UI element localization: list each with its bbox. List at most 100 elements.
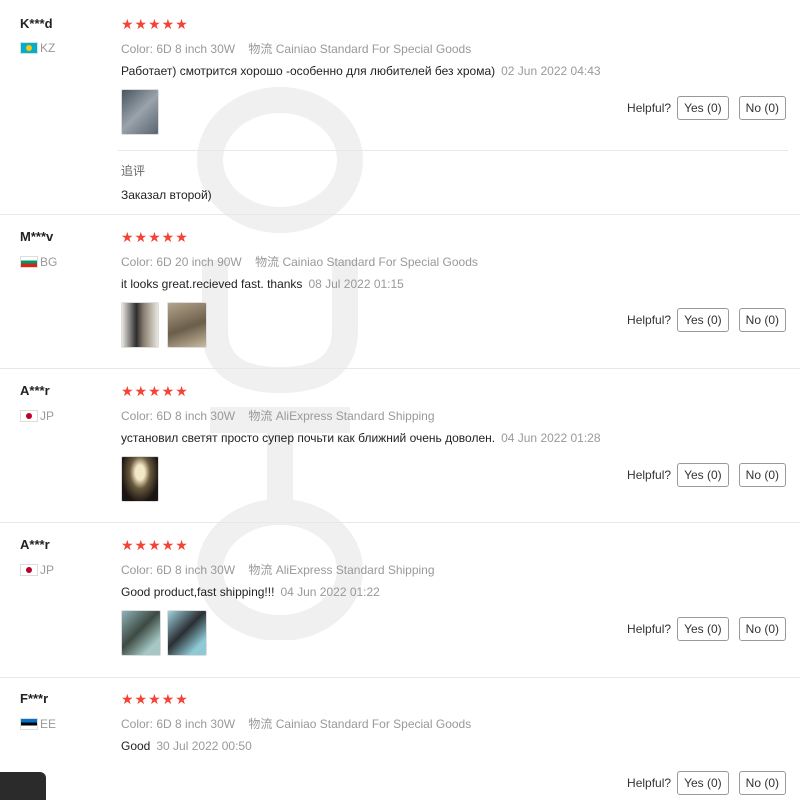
review-text-line: Good 30 Jul 2022 00:50 — [121, 739, 252, 753]
review-text-line: Good product,fast shipping!!! 04 Jun 2022… — [121, 585, 380, 599]
color-value: 6D 8 inch 30W — [156, 717, 236, 731]
review-meta: Color: 6D 20 inch 90W 物流 Cainiao Standar… — [121, 253, 478, 270]
review-separator — [0, 677, 800, 678]
rating-stars: ★★★★★ — [121, 537, 189, 553]
helpful-yes-button[interactable]: Yes (0) — [677, 463, 729, 487]
reviewer-country: EE — [20, 717, 56, 731]
helpful-no-button[interactable]: No (0) — [738, 771, 786, 795]
review-photo[interactable] — [121, 610, 161, 656]
color-value: 6D 8 inch 30W — [156, 409, 236, 423]
review-meta: Color: 6D 8 inch 30W 物流 Cainiao Standard… — [121, 40, 471, 57]
review-date: 04 Jun 2022 01:28 — [501, 431, 601, 445]
jp-flag-icon — [20, 564, 38, 576]
color-value: 6D 8 inch 30W — [156, 42, 236, 56]
country-code: KZ — [40, 41, 56, 55]
color-value: 6D 20 inch 90W — [156, 255, 242, 269]
reviewer-name: A***r — [20, 383, 50, 398]
review-photo[interactable] — [121, 302, 159, 348]
rating-stars: ★★★★★ — [121, 229, 189, 245]
review-text: it looks great.recieved fast. thanks — [121, 277, 303, 291]
helpful-no-button[interactable]: No (0) — [738, 463, 786, 487]
review-text: установил светят просто супер почьти как… — [121, 431, 496, 445]
reviewer-country: BG — [20, 255, 57, 269]
shipping-label: 物流 — [248, 42, 273, 56]
kz-flag-icon — [20, 42, 38, 54]
rating-stars: ★★★★★ — [121, 691, 189, 707]
jp-flag-icon — [20, 410, 38, 422]
shipping-value: Cainiao Standard For Special Goods — [275, 717, 472, 731]
review-photo[interactable] — [167, 302, 207, 348]
helpful-controls: Helpful? Yes (0) No (0) — [627, 771, 786, 795]
helpful-controls: Helpful? Yes (0) No (0) — [627, 617, 786, 641]
helpful-yes-button[interactable]: Yes (0) — [677, 308, 729, 332]
review-date: 08 Jul 2022 01:15 — [308, 277, 404, 291]
helpful-label: Helpful? — [627, 622, 672, 636]
reviewer-name: A***r — [20, 537, 50, 552]
review-text: Good product,fast shipping!!! — [121, 585, 275, 599]
helpful-no-button[interactable]: No (0) — [738, 617, 786, 641]
review-separator — [0, 522, 800, 523]
review-date: 30 Jul 2022 00:50 — [156, 739, 252, 753]
review-separator — [0, 368, 800, 369]
shipping-label: 物流 — [248, 717, 273, 731]
helpful-no-button[interactable]: No (0) — [738, 96, 786, 120]
helpful-yes-button[interactable]: Yes (0) — [677, 617, 729, 641]
review-photo[interactable] — [121, 456, 159, 502]
review-meta: Color: 6D 8 inch 30W 物流 AliExpress Stand… — [121, 561, 435, 578]
helpful-label: Helpful? — [627, 468, 672, 482]
review-text-line: Работает) смотрится хорошо -особенно для… — [121, 64, 601, 78]
country-code: EE — [40, 717, 57, 731]
reviewer-name: F***r — [20, 691, 49, 706]
helpful-label: Helpful? — [627, 101, 672, 115]
helpful-no-button[interactable]: No (0) — [738, 308, 786, 332]
color-label: Color: — [121, 717, 154, 731]
reviewer-country: JP — [20, 409, 54, 423]
reviewer-name: M***v — [20, 229, 54, 244]
color-label: Color: — [121, 563, 154, 577]
shipping-value: AliExpress Standard Shipping — [275, 409, 435, 423]
followup-text: Заказал второй) — [121, 188, 212, 202]
color-label: Color: — [121, 255, 154, 269]
shipping-value: AliExpress Standard Shipping — [275, 563, 435, 577]
followup-label: 追评 — [121, 164, 146, 178]
country-code: BG — [40, 255, 58, 269]
review-meta: Color: 6D 8 inch 30W 物流 Cainiao Standard… — [121, 715, 471, 732]
helpful-label: Helpful? — [627, 313, 672, 327]
review-photo[interactable] — [121, 89, 159, 135]
helpful-label: Helpful? — [627, 776, 672, 790]
rating-stars: ★★★★★ — [121, 16, 189, 32]
color-label: Color: — [121, 409, 154, 423]
shipping-label: 物流 — [255, 255, 280, 269]
helpful-controls: Helpful? Yes (0) No (0) — [627, 463, 786, 487]
bg-flag-icon — [20, 256, 38, 268]
review-date: 02 Jun 2022 04:43 — [501, 64, 601, 78]
review-text: Работает) смотрится хорошо -особенно для… — [121, 64, 496, 78]
color-value: 6D 8 inch 30W — [156, 563, 236, 577]
reviewer-country: JP — [20, 563, 54, 577]
floating-widget-tab[interactable] — [0, 772, 46, 800]
shipping-value: Cainiao Standard For Special Goods — [275, 42, 472, 56]
review-date: 04 Jun 2022 01:22 — [280, 585, 380, 599]
review-text-line: установил светят просто супер почьти как… — [121, 431, 601, 445]
review-text-line: it looks great.recieved fast. thanks 08 J… — [121, 277, 404, 291]
review-separator — [0, 214, 800, 215]
helpful-yes-button[interactable]: Yes (0) — [677, 771, 729, 795]
divider — [118, 150, 788, 151]
reviewer-country: KZ — [20, 41, 55, 55]
shipping-label: 物流 — [248, 409, 273, 423]
review-text: Good — [121, 739, 151, 753]
helpful-controls: Helpful? Yes (0) No (0) — [627, 96, 786, 120]
ee-flag-icon — [20, 718, 38, 730]
shipping-value: Cainiao Standard For Special Goods — [282, 255, 478, 269]
shipping-label: 物流 — [248, 563, 273, 577]
helpful-yes-button[interactable]: Yes (0) — [677, 96, 729, 120]
review-meta: Color: 6D 8 inch 30W 物流 AliExpress Stand… — [121, 407, 435, 424]
helpful-controls: Helpful? Yes (0) No (0) — [627, 308, 786, 332]
country-code: JP — [40, 563, 55, 577]
watermark-logo — [197, 87, 363, 640]
review-photo[interactable] — [167, 610, 207, 656]
rating-stars: ★★★★★ — [121, 383, 189, 399]
reviewer-name: K***d — [20, 16, 53, 31]
country-code: JP — [40, 409, 55, 423]
color-label: Color: — [121, 42, 154, 56]
